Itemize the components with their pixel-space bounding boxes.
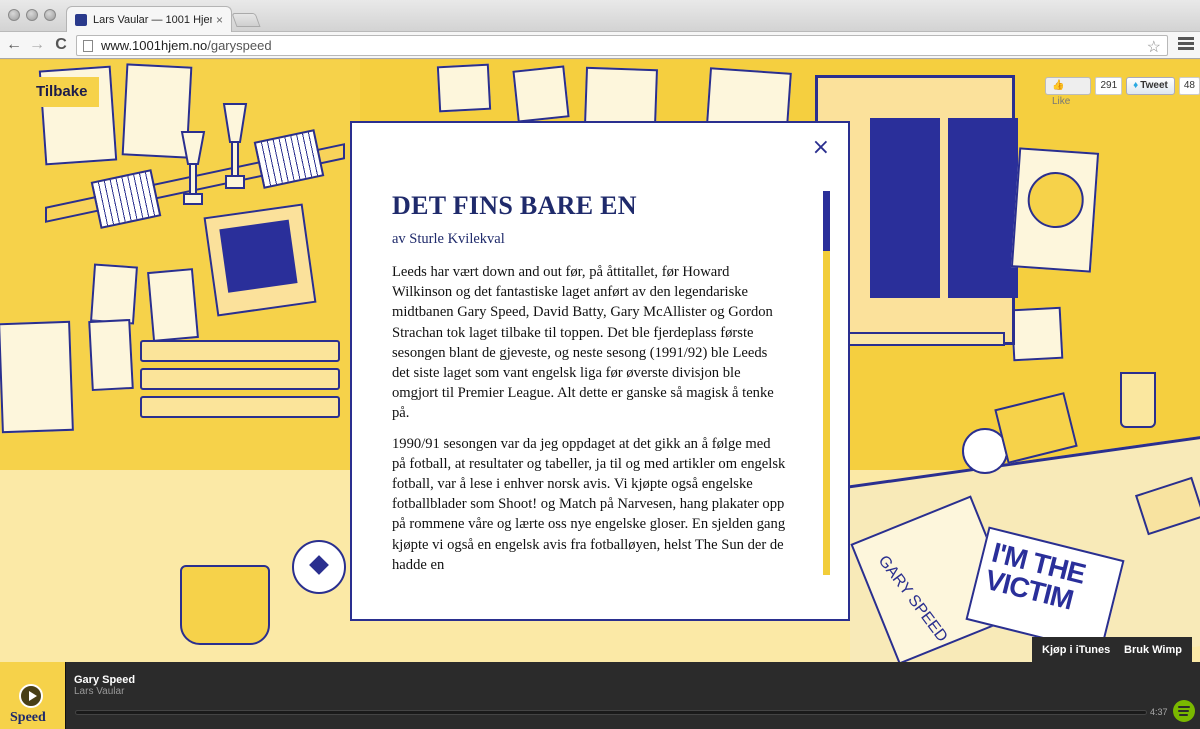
like-label: Like (1052, 96, 1071, 107)
poster-small-2 (147, 268, 199, 342)
poster-small (90, 263, 138, 325)
shorts (180, 565, 270, 645)
new-tab-button[interactable] (231, 13, 261, 27)
zoom-window-button[interactable] (44, 9, 56, 21)
pinboard (203, 203, 317, 317)
play-icon[interactable] (19, 684, 43, 708)
article-scrollbar-thumb[interactable] (823, 191, 830, 251)
poster-pitch (584, 66, 658, 128)
poster-kaizer-chiefs (1010, 147, 1100, 273)
use-wimp-button[interactable]: Bruk Wimp (1114, 637, 1192, 662)
forward-arrow-icon[interactable]: → (27, 36, 47, 54)
poster-note (512, 65, 570, 123)
kaizer-chiefs-badge-icon (1025, 170, 1086, 230)
poster-lufc (1010, 306, 1064, 362)
reload-icon[interactable]: C (51, 36, 71, 54)
browser-menu-icon[interactable] (1178, 37, 1194, 52)
track-artist: Lars Vaular (74, 686, 125, 697)
album-cover-label: Speed (10, 710, 46, 725)
track-progress-bar[interactable] (75, 710, 1147, 715)
like-count: 291 (1095, 77, 1123, 95)
football-icon (292, 540, 346, 594)
tweet-button[interactable]: ♦ Tweet (1126, 77, 1175, 95)
poster-gary-speed-sketch (436, 63, 492, 113)
favicon-icon (75, 14, 87, 26)
tab-title: Lars Vaular — 1001 Hjem (93, 14, 212, 26)
browser-titlebar: Lars Vaular — 1001 Hjem × (0, 0, 1200, 33)
buy-itunes-button[interactable]: Kjøp i iTunes (1032, 637, 1121, 662)
article-modal: × DET FINS BARE EN av Sturle Kvilekval L… (350, 121, 850, 621)
poster-leeds-united (706, 67, 792, 129)
bench (140, 340, 340, 440)
back-arrow-icon[interactable]: ← (4, 36, 24, 54)
url-path: /garyspeed (207, 38, 272, 53)
track-title: Gary Speed (74, 674, 136, 686)
social-buttons: 👍 Like 291 ♦ Tweet 48 (1045, 76, 1200, 107)
page-icon (83, 39, 93, 52)
music-player: Speed Gary Speed Lars Vaular 4:37 (0, 662, 1200, 729)
tweet-count: 48 (1178, 77, 1200, 95)
close-icon[interactable]: × (812, 135, 830, 160)
album-cover: Speed (0, 662, 66, 729)
minimize-window-button[interactable] (26, 9, 38, 21)
page-content: GARY SPEED I'M THE VICTIM Tilbake 👍 Like… (0, 60, 1200, 662)
article-title: DET FINS BARE EN (392, 191, 637, 220)
browser-tab[interactable]: Lars Vaular — 1001 Hjem × (66, 6, 232, 33)
twitter-bird-icon: ♦ (1133, 80, 1139, 91)
browser-toolbar: ← → C www.1001hjem.no/garyspeed ☆ (0, 32, 1200, 59)
back-button[interactable]: Tilbake (18, 77, 100, 107)
trophy-tall-icon (222, 103, 248, 189)
kaizer-chiefs-box (994, 392, 1078, 464)
like-icon: 👍 (1052, 80, 1065, 91)
url-text: www.1001hjem.no/garyspeed (101, 38, 272, 53)
tweet-label: Tweet (1140, 80, 1168, 91)
trophy-icon (180, 131, 206, 205)
bookmark-star-icon[interactable]: ☆ (1147, 37, 1161, 57)
close-window-button[interactable] (8, 9, 20, 21)
article-byline: av Sturle Kvilekval (392, 231, 505, 247)
tab-close-icon[interactable]: × (216, 13, 223, 27)
gary-speed-paper-text: GARY SPEED (874, 552, 951, 646)
address-bar[interactable]: www.1001hjem.no/garyspeed ☆ (76, 35, 1168, 56)
poster-lucas-radebe (0, 320, 74, 434)
url-host: www.1001hjem.no (101, 38, 208, 53)
article-paragraph: Leeds har vært down and out før, på åtti… (392, 264, 774, 422)
spotify-icon[interactable] (1173, 700, 1195, 722)
article-scrollbar[interactable] (823, 191, 830, 575)
glass (1120, 372, 1156, 428)
poster-leeds-way (88, 318, 134, 392)
like-button[interactable]: 👍 Like (1045, 77, 1092, 107)
article-body[interactable]: DET FINS BARE EN av Sturle Kvilekval Lee… (392, 191, 787, 575)
track-duration: 4:37 (1150, 707, 1168, 717)
article-paragraph: 1990/91 sesongen var da jeg oppdaget at … (392, 435, 786, 573)
